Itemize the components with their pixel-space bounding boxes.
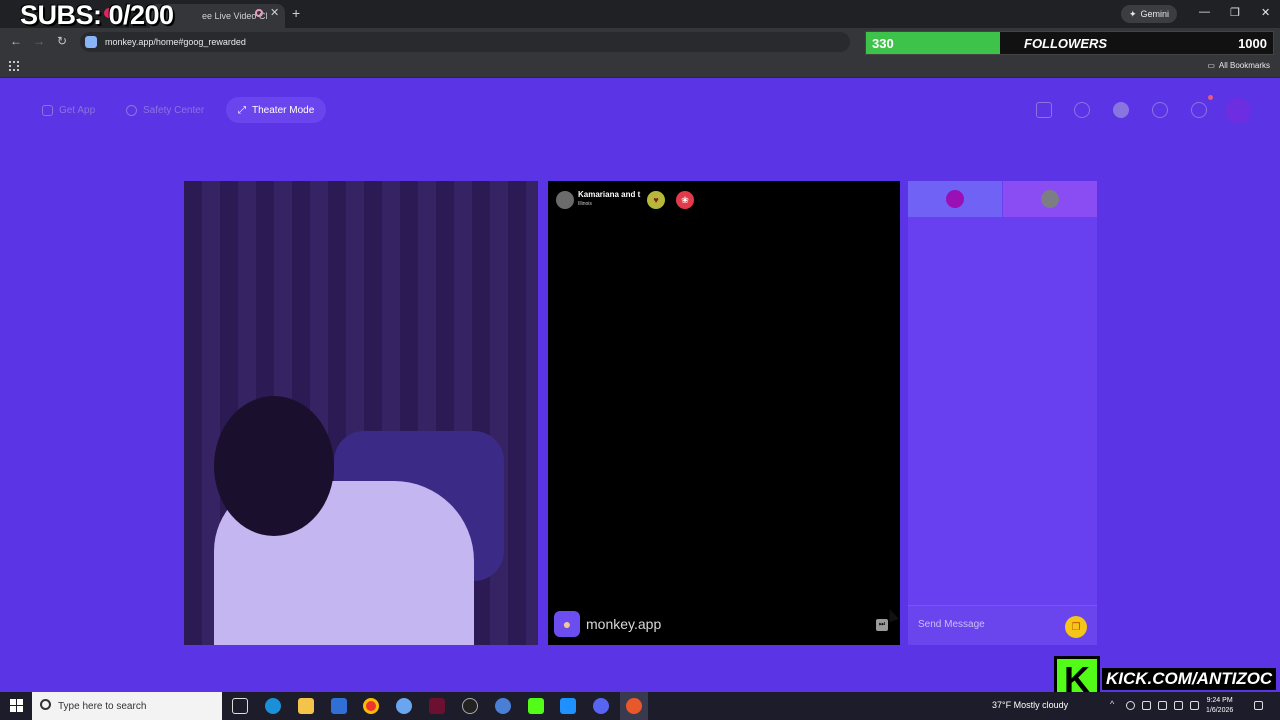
tab-close-icon[interactable]: ✕ — [270, 6, 279, 19]
battery-icon[interactable] — [1142, 701, 1151, 710]
store-icon[interactable] — [331, 698, 347, 714]
user-avatar[interactable] — [1225, 98, 1251, 124]
phone-icon — [42, 104, 53, 116]
capcut-icon[interactable] — [429, 698, 445, 714]
gemini-label: Gemini — [1140, 9, 1170, 19]
chevron-up-icon[interactable]: ^ — [1110, 699, 1119, 709]
search-icon[interactable] — [1074, 102, 1090, 118]
taskbar-search-icon — [40, 699, 51, 710]
app-icon[interactable] — [396, 698, 412, 714]
get-app-label: Get App — [59, 104, 96, 116]
obs-icon[interactable] — [626, 698, 642, 714]
all-bookmarks-label: All Bookmarks — [1218, 61, 1270, 70]
chat-panel: Send Message ❐ — [908, 181, 1097, 645]
edge-icon[interactable] — [265, 698, 281, 714]
self-avatar — [946, 190, 964, 208]
4k-icon[interactable] — [462, 698, 478, 714]
browser-tab-bar: ee Live Video Cl ✕ + ✦ Gemini — ❐ ✕ — [0, 0, 1280, 28]
friends-icon[interactable] — [1113, 102, 1129, 118]
get-app-button[interactable]: Get App — [30, 97, 107, 123]
followers-count: 330 — [872, 36, 894, 51]
notification-badge — [1208, 95, 1213, 100]
kick-url: KICK.COM/ANTIZOC — [1102, 668, 1277, 690]
mail-icon[interactable] — [560, 698, 576, 714]
chat-tab-peer[interactable] — [1003, 181, 1097, 217]
message-placeholder: Send Message — [918, 619, 985, 630]
windows-start-icon[interactable] — [10, 699, 23, 712]
skip-icon[interactable]: ⏭ — [876, 619, 888, 631]
theater-mode-button[interactable]: ⤢ Theater Mode — [226, 97, 327, 123]
gemini-icon: ✦ — [1129, 8, 1137, 19]
message-input[interactable]: Send Message ❐ — [908, 605, 1097, 645]
followers-label: FOLLOWERS — [1024, 36, 1108, 51]
url-field[interactable]: monkey.app/home#goog_rewarded — [80, 32, 850, 52]
app-icon-2[interactable] — [495, 698, 511, 714]
chrome-icon[interactable] — [363, 698, 379, 714]
printer-icon[interactable] — [1190, 701, 1199, 710]
brand-watermark: ● monkey.app — [554, 611, 661, 637]
site-info-icon[interactable] — [85, 36, 97, 48]
url-text: monkey.app/home#goog_rewarded — [105, 37, 246, 47]
reload-icon[interactable]: ↻ — [57, 34, 67, 48]
shield-icon — [126, 104, 137, 116]
bookmarks-bar: ▭ All Bookmarks — [0, 56, 1280, 78]
safety-center-button[interactable]: Safety Center — [114, 97, 216, 123]
folder-icon: ▭ — [1207, 61, 1215, 70]
system-clock[interactable]: 9:24 PM 1/6/2026 — [1206, 696, 1233, 716]
new-tab-icon[interactable]: + — [292, 5, 300, 21]
tab-audio-icon — [255, 9, 263, 17]
subs-counter: SUBS: 0/200 — [20, 0, 174, 30]
maximize-icon[interactable]: ❐ — [1230, 6, 1240, 19]
windows-taskbar: Type here to search 37°F Mostly cloudy ^… — [0, 692, 1280, 720]
volume-icon[interactable] — [1158, 701, 1167, 710]
chat-tab-self[interactable] — [908, 181, 1002, 217]
chat-icon[interactable] — [1191, 102, 1207, 118]
notifications-icon[interactable] — [1254, 701, 1263, 710]
file-explorer-icon[interactable] — [298, 698, 314, 714]
video-person-head — [214, 396, 334, 536]
mic-icon[interactable] — [1174, 701, 1183, 710]
theater-mode-label: Theater Mode — [252, 104, 315, 116]
safety-center-label: Safety Center — [143, 104, 205, 116]
apps-icon[interactable] — [9, 61, 19, 71]
peer-name: Kamariana and t — [578, 190, 641, 199]
gemini-button[interactable]: ✦ Gemini — [1121, 5, 1178, 23]
followers-goal-bar: 330 FOLLOWERS 1000 — [865, 31, 1274, 55]
gift-icon[interactable]: ❐ — [1065, 616, 1087, 638]
weather-widget[interactable]: 37°F Mostly cloudy — [992, 700, 1068, 710]
peer-location: Illinois — [578, 201, 592, 207]
self-video — [184, 181, 538, 645]
expand-icon: ⤢ — [238, 104, 246, 116]
forward-icon[interactable]: → — [33, 34, 45, 48]
heart-icon[interactable]: ♥ — [647, 191, 665, 209]
taskbar-search-placeholder: Type here to search — [58, 701, 147, 712]
minimize-icon[interactable]: — — [1199, 6, 1210, 18]
discord-icon[interactable] — [593, 698, 609, 714]
peer-tab-avatar — [1041, 190, 1059, 208]
back-icon[interactable]: ← — [10, 34, 22, 48]
all-bookmarks-button[interactable]: ▭ All Bookmarks — [1207, 61, 1270, 70]
monkey-logo-icon: ● — [554, 611, 580, 637]
network-icon[interactable] — [1126, 701, 1135, 710]
kick-app-icon[interactable] — [528, 698, 544, 714]
clock-date: 1/6/2026 — [1206, 707, 1234, 714]
history-icon[interactable] — [1152, 102, 1168, 118]
brand-name: monkey.app — [586, 616, 662, 632]
peer-avatar[interactable] — [556, 191, 574, 209]
gift-reaction-icon[interactable]: ❀ — [676, 191, 694, 209]
peer-video: Kamariana and t Illinois ♥ ❀ ● monkey.ap… — [548, 181, 900, 645]
close-window-icon[interactable]: ✕ — [1261, 6, 1270, 19]
taskbar-search-box[interactable]: Type here to search — [32, 692, 222, 720]
task-view-icon[interactable] — [232, 698, 248, 714]
shop-icon[interactable] — [1036, 102, 1052, 118]
monkey-app: Get App Safety Center ⤢ Theater Mode Kam… — [0, 79, 1280, 692]
followers-goal: 1000 — [1238, 36, 1267, 51]
clock-time: 9:24 PM — [1206, 697, 1233, 704]
